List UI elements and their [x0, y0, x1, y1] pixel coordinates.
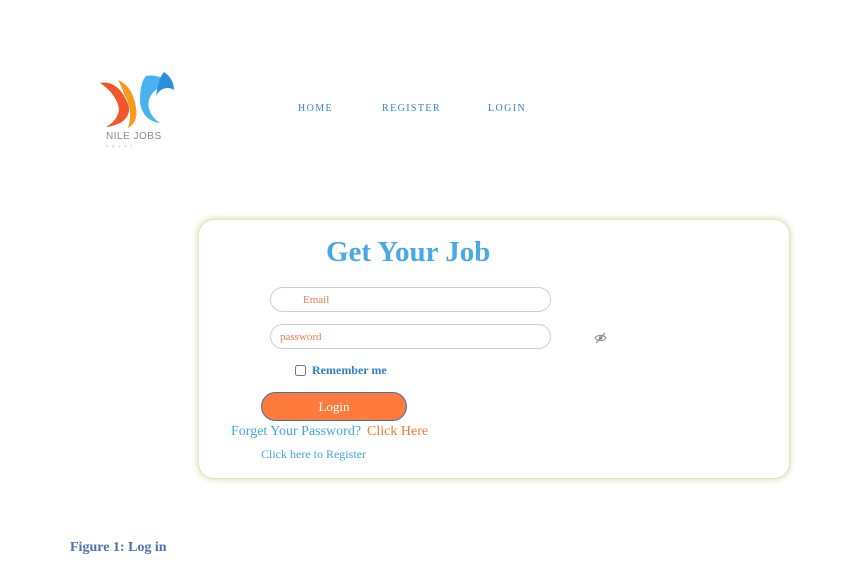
remember-me: Remember me [295, 363, 387, 378]
form-title: Get Your Job [326, 236, 491, 268]
logo-sub-text: egypt [106, 143, 136, 148]
remember-me-label: Remember me [312, 363, 387, 377]
forgot-password-row: Forget Your Password? Click Here [231, 424, 428, 440]
nav-register-link[interactable]: REGISTER [382, 103, 441, 114]
nav-login-link[interactable]: LOGIN [488, 103, 526, 114]
eye-slash-icon[interactable] [594, 331, 607, 344]
nile-jobs-logo: NILE JOBS egypt [94, 70, 178, 150]
logo-mark [100, 72, 174, 128]
logo-brand-text: NILE JOBS [106, 131, 162, 142]
register-link[interactable]: Click here to Register [261, 447, 366, 462]
forgot-password-text: Forget Your Password? [231, 424, 362, 439]
nav-home-link[interactable]: HOME [298, 103, 333, 114]
remember-me-checkbox[interactable] [295, 365, 306, 376]
password-field[interactable] [270, 324, 551, 349]
login-button[interactable]: Login [261, 392, 407, 421]
email-field[interactable] [270, 287, 551, 312]
login-card [198, 219, 790, 479]
figure-caption: Figure 1: Log in [70, 540, 167, 555]
forgot-password-link[interactable]: Click Here [367, 424, 428, 439]
